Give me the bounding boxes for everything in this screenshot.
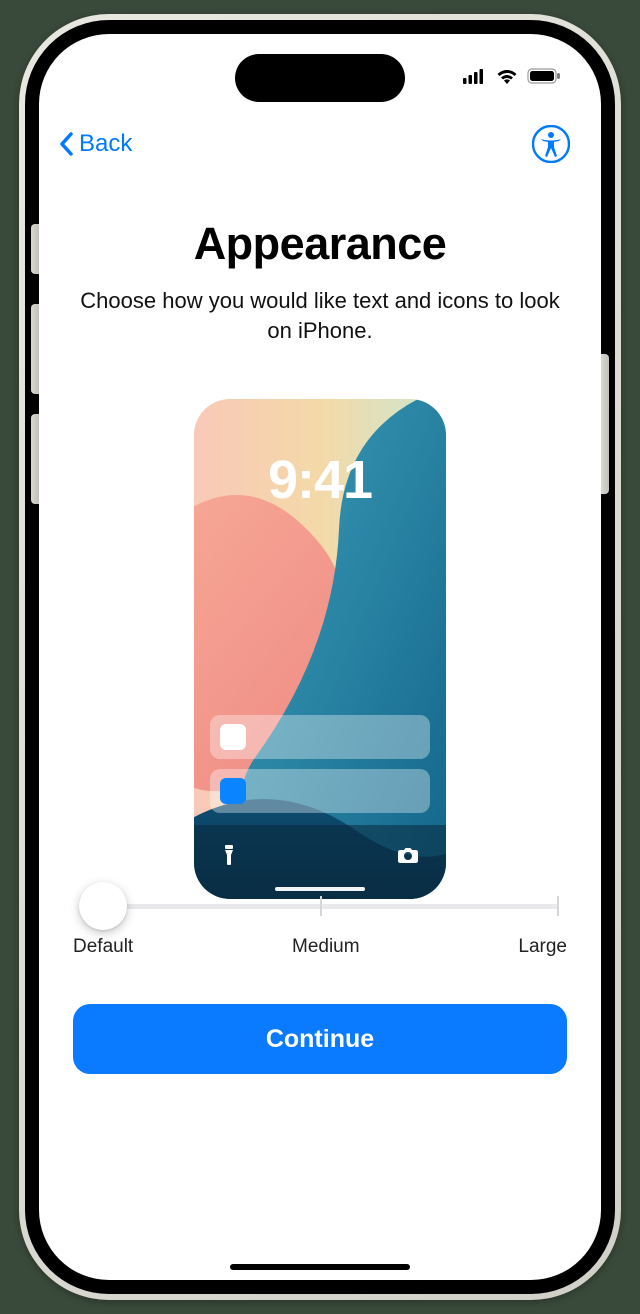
back-label: Back (79, 130, 132, 158)
preview-clock: 9:41 (194, 449, 446, 511)
mute-switch (31, 224, 39, 274)
preview-app-icon-white (220, 724, 246, 750)
phone-frame: Back Appearance Choose how you would lik… (19, 14, 621, 1300)
slider-track-line (103, 904, 559, 909)
volume-down-button (31, 414, 39, 504)
flashlight-icon (222, 845, 236, 870)
dynamic-island (235, 54, 405, 102)
home-indicator[interactable] (230, 1264, 410, 1270)
page-subtitle: Choose how you would like text and icons… (73, 286, 567, 345)
slider-label-medium: Medium (292, 936, 360, 958)
camera-icon (398, 847, 418, 868)
continue-button[interactable]: Continue (73, 1004, 567, 1074)
accessibility-button[interactable] (529, 122, 573, 166)
slider-tick-medium (320, 896, 322, 916)
page-title: Appearance (73, 218, 567, 270)
power-button (601, 354, 609, 494)
slider-tick-large (557, 896, 559, 916)
back-button[interactable]: Back (57, 130, 132, 158)
slider-label-default: Default (73, 936, 133, 958)
battery-icon (527, 68, 561, 89)
chevron-left-icon (57, 130, 77, 158)
slider-thumb[interactable] (79, 882, 127, 930)
cellular-icon (463, 68, 487, 89)
accessibility-icon (532, 125, 570, 163)
continue-label: Continue (266, 1025, 374, 1054)
preview-app-icon-blue (220, 778, 246, 804)
text-size-slider[interactable] (73, 882, 567, 922)
wifi-icon (495, 67, 519, 90)
volume-up-button (31, 304, 39, 394)
slider-label-large: Large (518, 936, 567, 958)
preview-notification-1 (210, 715, 430, 759)
preview-notification-2 (210, 769, 430, 813)
appearance-preview: 9:41 (194, 399, 446, 899)
